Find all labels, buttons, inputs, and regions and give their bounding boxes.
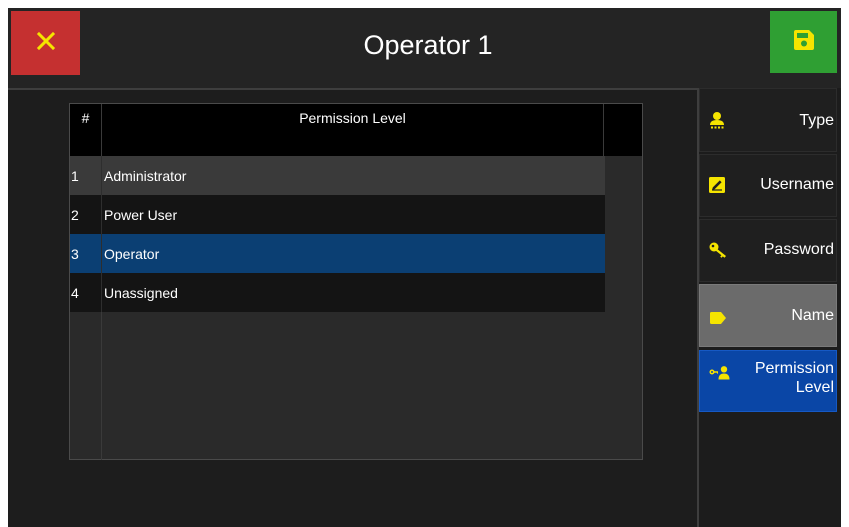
screen: Operator 1 # Permission Level 1 Administ… bbox=[8, 8, 849, 527]
sidebar-item-username[interactable]: Username bbox=[699, 154, 837, 217]
user-key-icon bbox=[709, 366, 731, 385]
row-number: 3 bbox=[70, 234, 102, 273]
user-icon bbox=[709, 111, 725, 134]
edit-icon bbox=[709, 177, 725, 198]
save-button[interactable] bbox=[770, 11, 837, 73]
sidebar-item-permission-level[interactable]: Permission Level bbox=[699, 350, 837, 412]
save-icon bbox=[792, 28, 816, 57]
tag-icon bbox=[709, 311, 727, 329]
sidebar-item-label: Password bbox=[763, 241, 834, 258]
column-header-spacer bbox=[604, 104, 642, 156]
sidebar-item-type[interactable]: Type bbox=[699, 88, 837, 152]
key-icon bbox=[709, 242, 729, 265]
table-row[interactable]: 2 Power User bbox=[70, 195, 605, 234]
sidebar-item-label: Permission Level bbox=[755, 359, 834, 397]
table-row[interactable]: 4 Unassigned bbox=[70, 273, 605, 312]
close-button[interactable] bbox=[11, 11, 80, 75]
table-number-column-fill bbox=[70, 312, 102, 460]
header: Operator 1 bbox=[8, 8, 849, 88]
column-header-number: # bbox=[70, 104, 102, 156]
sidebar: Type Username Password Name Permission L… bbox=[699, 88, 849, 527]
row-permission-level: Administrator bbox=[104, 167, 187, 184]
row-permission-level: Power User bbox=[104, 206, 178, 223]
row-number: 4 bbox=[70, 273, 102, 312]
row-number: 1 bbox=[70, 156, 102, 195]
row-permission-level: Unassigned bbox=[104, 284, 178, 301]
column-header-permission-level: Permission Level bbox=[102, 104, 604, 156]
window-edge bbox=[841, 8, 849, 527]
sidebar-item-label: Username bbox=[760, 176, 834, 193]
main-panel: # Permission Level 1 Administrator 2 Pow… bbox=[8, 88, 699, 527]
sidebar-item-label-line2: Level bbox=[795, 379, 834, 396]
sidebar-item-name[interactable]: Name bbox=[699, 284, 837, 347]
row-number: 2 bbox=[70, 195, 102, 234]
permission-table: # Permission Level 1 Administrator 2 Pow… bbox=[69, 103, 643, 460]
sidebar-item-label: Type bbox=[799, 112, 834, 129]
table-body: 1 Administrator 2 Power User 3 Operator … bbox=[70, 156, 605, 312]
page-title: Operator 1 bbox=[363, 30, 493, 60]
sidebar-item-label-line1: Permission bbox=[754, 360, 834, 377]
table-header: # Permission Level bbox=[70, 104, 642, 156]
close-icon bbox=[36, 31, 56, 56]
sidebar-item-label: Name bbox=[791, 307, 834, 324]
sidebar-item-password[interactable]: Password bbox=[699, 219, 837, 282]
row-permission-level: Operator bbox=[104, 245, 160, 262]
table-row[interactable]: 1 Administrator bbox=[70, 156, 605, 195]
table-row-selected[interactable]: 3 Operator bbox=[70, 234, 605, 273]
